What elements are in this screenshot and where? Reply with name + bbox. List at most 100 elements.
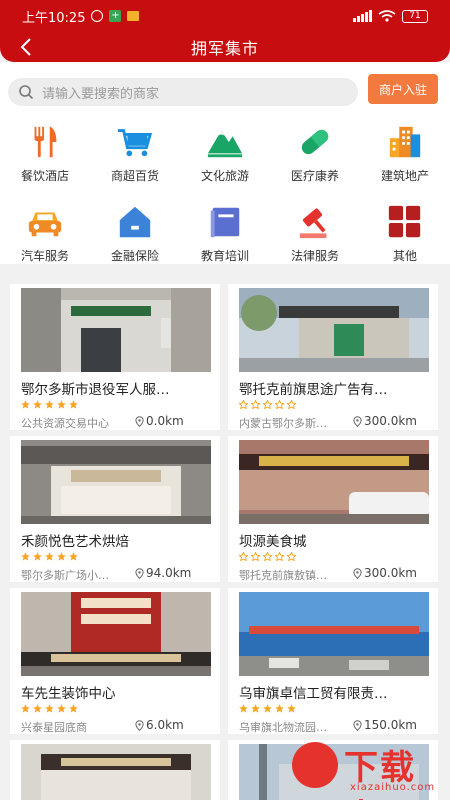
- star-icon: [57, 400, 66, 409]
- category-other[interactable]: 其他: [360, 200, 450, 280]
- location-pin-icon: [135, 567, 144, 579]
- star-icon: [69, 400, 78, 409]
- star-icon: [57, 704, 66, 713]
- fork-knife-icon: [34, 126, 57, 158]
- star-icon: [251, 704, 260, 713]
- category-grid: 餐饮酒店 商超百货 文化旅游 医疗康养 建筑地产 汽车服务 金融保险 教育培训 …: [0, 120, 450, 280]
- merchant-address: 兴泰星园底商: [21, 721, 87, 734]
- star-icon: [33, 552, 42, 561]
- merchant-photo: [239, 440, 429, 524]
- mountain-icon: [207, 130, 243, 158]
- back-button[interactable]: [16, 36, 36, 58]
- alarm-icon: [91, 10, 104, 22]
- buildings-icon: [389, 126, 421, 158]
- star-icon: [287, 552, 296, 561]
- merchant-photo: [239, 592, 429, 676]
- star-icon: [33, 400, 42, 409]
- star-icon: [239, 552, 248, 561]
- search-input[interactable]: 请输入要搜索的商家: [8, 78, 358, 106]
- merchant-card[interactable]: [10, 740, 220, 800]
- watermark-url: xiazaihuo.com: [350, 782, 436, 793]
- search-row: 请输入要搜索的商家 商户入驻: [0, 74, 450, 108]
- status-time: 上午10:25: [22, 10, 86, 26]
- rating-stars: [21, 552, 78, 561]
- star-icon: [45, 552, 54, 561]
- location-pin-icon: [135, 415, 144, 427]
- category-legal[interactable]: 法律服务: [270, 200, 360, 280]
- star-icon: [263, 704, 272, 713]
- merchant-photo: [21, 592, 211, 676]
- location-pin-icon: [135, 719, 144, 731]
- merchant-distance: 150.0km: [353, 718, 417, 732]
- battery-icon: 71: [402, 9, 428, 23]
- star-icon: [251, 552, 260, 561]
- star-icon: [69, 552, 78, 561]
- merchant-card[interactable]: 禾颜悦色艺术烘焙 鄂尔多斯广场小… 94.0km: [10, 436, 220, 582]
- category-culture-travel[interactable]: 文化旅游: [180, 120, 270, 200]
- star-icon: [45, 704, 54, 713]
- page-title: 拥军集市: [190, 39, 259, 58]
- merchant-card[interactable]: 车先生装饰中心 兴泰星园底商 6.0km: [10, 588, 220, 734]
- category-education[interactable]: 教育培训: [180, 200, 270, 280]
- merchant-card[interactable]: 鄂尔多斯市退役军人服… 公共资源交易中心 0.0km: [10, 284, 220, 430]
- merchant-name: 鄂托克前旗思途广告有…: [239, 382, 388, 398]
- chevron-left-icon: [20, 38, 31, 56]
- app-notification-icon: +: [109, 10, 122, 22]
- merchant-distance: 94.0km: [135, 566, 191, 580]
- rating-stars: [239, 704, 296, 713]
- category-medical[interactable]: 医疗康养: [270, 120, 360, 200]
- star-icon: [21, 400, 30, 409]
- rating-stars: [239, 400, 296, 409]
- merchant-name: 车先生装饰中心: [21, 686, 116, 702]
- grid-icon: [388, 205, 421, 238]
- star-icon: [21, 704, 30, 713]
- merchant-photo: [21, 744, 211, 800]
- nav-bar: 拥军集市: [0, 32, 450, 62]
- book-icon: [210, 207, 240, 238]
- pill-icon: [301, 129, 329, 155]
- rating-stars: [21, 400, 78, 409]
- notification-flag-icon: [127, 11, 140, 21]
- star-icon: [275, 400, 284, 409]
- star-icon: [33, 704, 42, 713]
- merchant-address: 内蒙古鄂尔多斯…: [239, 417, 327, 430]
- category-dining[interactable]: 餐饮酒店: [0, 120, 90, 200]
- merchant-distance: 300.0km: [353, 414, 417, 428]
- merchant-photo: [239, 288, 429, 372]
- category-real-estate[interactable]: 建筑地产: [360, 120, 450, 200]
- star-icon: [69, 704, 78, 713]
- signal-icon: [353, 10, 372, 22]
- search-icon: [19, 85, 34, 100]
- merchant-name: 鄂尔多斯市退役军人服…: [21, 382, 170, 398]
- merchant-distance: 6.0km: [135, 718, 184, 732]
- merchant-name: 乌审旗卓信工贸有限责…: [239, 686, 388, 702]
- star-icon: [239, 400, 248, 409]
- star-icon: [287, 704, 296, 713]
- location-pin-icon: [353, 415, 362, 427]
- car-icon: [28, 212, 62, 237]
- search-placeholder: 请输入要搜索的商家: [42, 86, 160, 102]
- location-pin-icon: [353, 719, 362, 731]
- merchant-name: 禾颜悦色艺术烘焙: [21, 534, 129, 550]
- merchant-address: 公共资源交易中心: [21, 417, 109, 430]
- location-pin-icon: [353, 567, 362, 579]
- merchant-card[interactable]: 坝源美食城 鄂托克前旗敖镇… 300.0km: [228, 436, 438, 582]
- merchant-name: 坝源美食城: [239, 534, 307, 550]
- merchant-address: 鄂尔多斯广场小…: [21, 569, 109, 582]
- star-icon: [45, 400, 54, 409]
- rating-stars: [239, 552, 296, 561]
- star-icon: [287, 400, 296, 409]
- star-icon: [263, 400, 272, 409]
- star-icon: [251, 400, 260, 409]
- watermark-logo: 下载火 xiazaihuo.com: [286, 738, 450, 800]
- status-bar: 上午10:25 + 71: [0, 0, 450, 32]
- merchant-card[interactable]: 鄂托克前旗思途广告有… 内蒙古鄂尔多斯… 300.0km: [228, 284, 438, 430]
- category-finance[interactable]: 金融保险: [90, 200, 180, 280]
- merchant-card[interactable]: 乌审旗卓信工贸有限责… 乌审旗北物流园… 150.0km: [228, 588, 438, 734]
- merchant-address: 鄂托克前旗敖镇…: [239, 569, 327, 582]
- category-supermarket[interactable]: 商超百货: [90, 120, 180, 200]
- star-icon: [275, 552, 284, 561]
- star-icon: [21, 552, 30, 561]
- merchant-join-button[interactable]: 商户入驻: [368, 74, 438, 104]
- category-auto[interactable]: 汽车服务: [0, 200, 90, 280]
